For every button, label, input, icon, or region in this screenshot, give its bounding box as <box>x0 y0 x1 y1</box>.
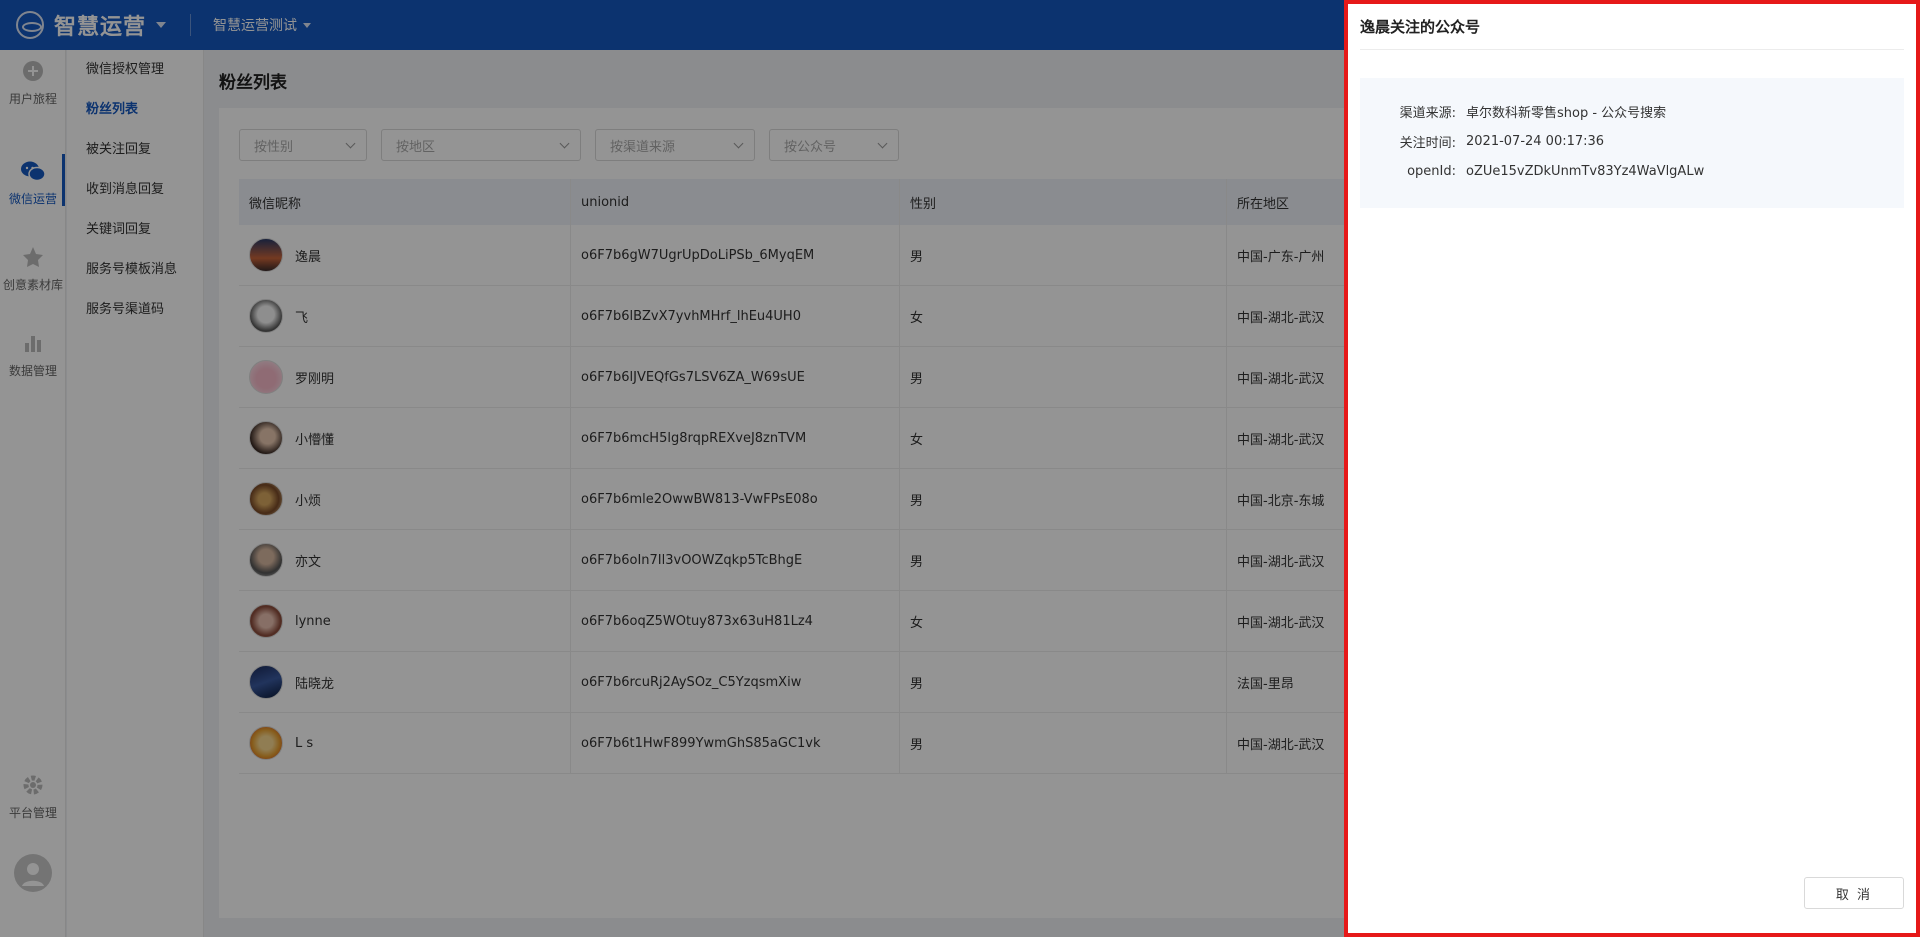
cancel-button[interactable]: 取 消 <box>1804 877 1904 909</box>
info-row-follow-time: 关注时间: 2021-07-24 00:17:36 <box>1384 126 1880 156</box>
info-value: 2021-07-24 00:17:36 <box>1466 133 1605 149</box>
info-label: 渠道来源: <box>1399 105 1456 121</box>
info-value: 卓尔数科新零售shop - 公众号搜索 <box>1466 105 1667 121</box>
info-label: 关注时间: <box>1399 135 1456 151</box>
drawer-header: 逸晨关注的公众号 <box>1360 4 1904 50</box>
account-info-box: 渠道来源: 卓尔数科新零售shop - 公众号搜索 关注时间: 2021-07-… <box>1360 78 1904 208</box>
info-row-channel: 渠道来源: 卓尔数科新零售shop - 公众号搜索 <box>1384 96 1880 126</box>
info-label: openId: <box>1407 163 1456 179</box>
followed-accounts-drawer: 逸晨关注的公众号 渠道来源: 卓尔数科新零售shop - 公众号搜索 关注时间:… <box>1344 0 1920 937</box>
drawer-title: 逸晨关注的公众号 <box>1360 18 1481 36</box>
info-row-openid: openId: oZUe15vZDkUnmTv83Yz4WaVlgALw <box>1384 156 1880 186</box>
info-value: oZUe15vZDkUnmTv83Yz4WaVlgALw <box>1466 163 1705 179</box>
